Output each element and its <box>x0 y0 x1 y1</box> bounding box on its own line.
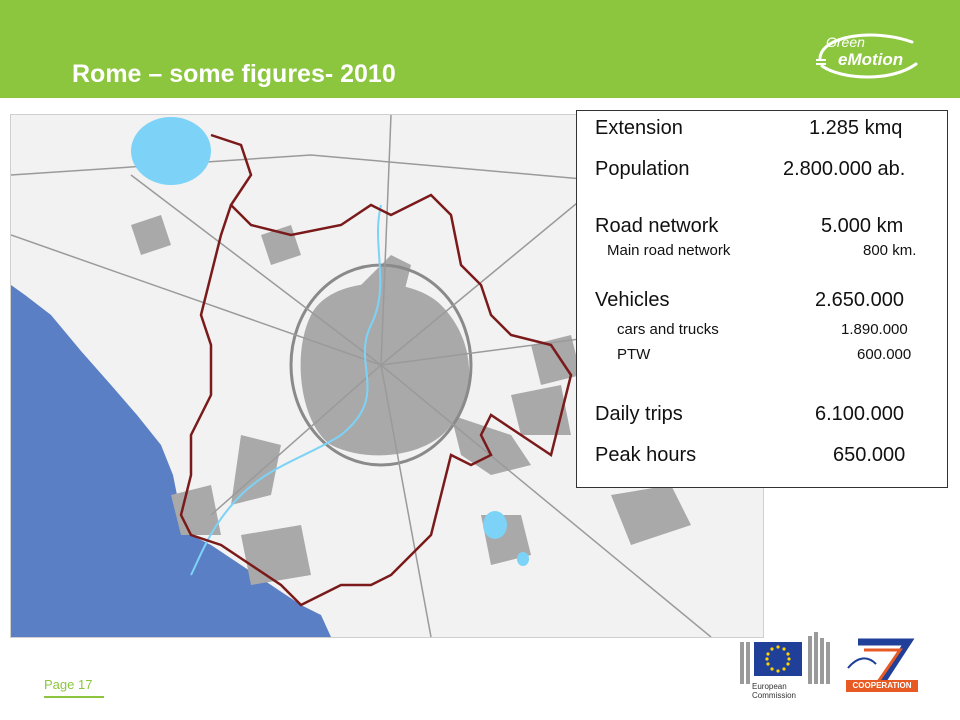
vehicles-value: 2.650.000 <box>815 289 904 311</box>
european-commission-logo: European Commission <box>736 632 832 708</box>
slide-title: Rome – some figures- 2010 <box>72 60 396 88</box>
extension-value: 1.285 kmq <box>809 117 903 139</box>
vehicles-label: Vehicles <box>595 289 670 311</box>
daily-trips-label: Daily trips <box>595 403 683 425</box>
lake-albano <box>483 511 507 539</box>
figures-panel: Extension 1.285 kmq Population 2.800.000… <box>576 110 948 488</box>
fp7-cooperation-logo <box>838 636 922 706</box>
lake-nemi <box>517 552 529 566</box>
peak-hours-value: 650.000 <box>833 444 906 466</box>
daily-trips-value: 6.100.000 <box>815 403 904 425</box>
fp7-graphic <box>847 638 915 684</box>
eu-caption-1: European <box>752 682 787 691</box>
main-road-label: Main road network <box>607 242 731 259</box>
cars-trucks-value: 1.890.000 <box>841 321 908 338</box>
eu-caption-2: Commission <box>752 691 797 700</box>
footer-divider <box>44 696 104 698</box>
cars-trucks-label: cars and trucks <box>617 321 719 338</box>
extension-label: Extension <box>595 117 683 139</box>
population-label: Population <box>595 158 690 180</box>
ptw-label: PTW <box>617 346 651 363</box>
main-road-value: 800 km. <box>863 242 917 259</box>
logo-text-green: Green <box>826 34 865 50</box>
road-network-label: Road network <box>595 215 719 237</box>
ptw-value: 600.000 <box>857 346 912 363</box>
fp7-cooperation-caption: COOPERATION <box>846 680 918 692</box>
lake-bracciano <box>131 117 211 185</box>
green-emotion-logo: Green eMotion <box>812 24 922 88</box>
population-value: 2.800.000 ab. <box>783 158 906 180</box>
road-network-value: 5.000 km <box>821 215 904 237</box>
logo-text-emotion: eMotion <box>838 50 904 69</box>
peak-hours-label: Peak hours <box>595 444 697 466</box>
page-number: Page 17 <box>44 677 93 692</box>
